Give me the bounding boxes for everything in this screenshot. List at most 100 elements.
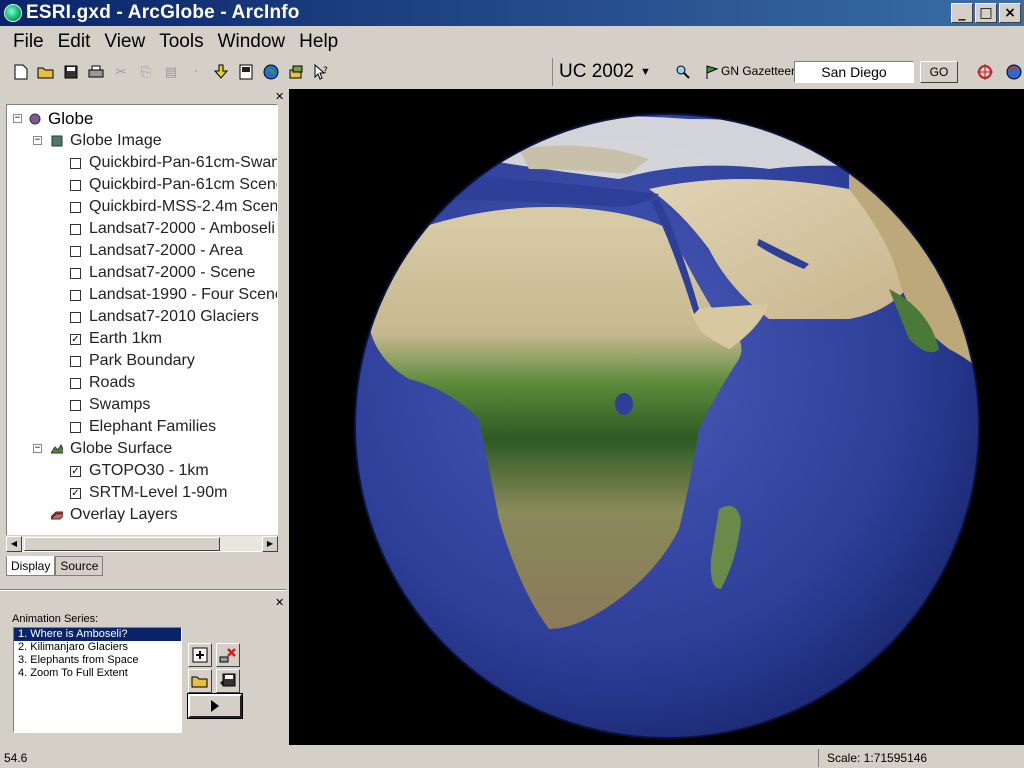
- globe-viewport[interactable]: [289, 89, 1024, 745]
- layer-checkbox[interactable]: [70, 377, 81, 389]
- toc-layer-label: Quickbird-Pan-61cm Scene: [89, 176, 278, 193]
- chevron-down-icon: ▼: [640, 66, 651, 78]
- toc-layer[interactable]: ✓ Earth 1km: [70, 328, 162, 350]
- menu-window[interactable]: Window: [211, 31, 293, 53]
- catalog-icon[interactable]: [285, 61, 307, 83]
- layer-checkbox[interactable]: [70, 179, 81, 191]
- layer-checkbox-checked[interactable]: ✓: [70, 333, 81, 345]
- toc-layer-label: Landsat7-2000 - Amboseli: [89, 220, 275, 237]
- tab-display[interactable]: Display: [6, 556, 56, 576]
- new-document-icon[interactable]: [10, 61, 32, 83]
- toc-group-overlay-layers[interactable]: Overlay Layers: [51, 504, 178, 526]
- layer-checkbox[interactable]: [70, 157, 81, 169]
- cut-icon[interactable]: ✂: [110, 61, 132, 83]
- toc-layer[interactable]: Quickbird-Pan-61cm-Swamp: [70, 152, 278, 174]
- toc-close-icon[interactable]: ✕: [275, 90, 284, 103]
- toc-layer[interactable]: ✓ SRTM-Level 1-90m: [70, 482, 227, 504]
- layer-checkbox[interactable]: [70, 421, 81, 433]
- gazetteer-input[interactable]: [794, 61, 914, 83]
- toc-group-label: Globe Image: [70, 132, 162, 149]
- scene-dropdown-value: UC 2002: [559, 61, 634, 82]
- status-coordinate: 54.6: [4, 751, 28, 765]
- collapse-globe-surface-icon[interactable]: −: [33, 444, 42, 453]
- menu-view[interactable]: View: [97, 31, 152, 53]
- scroll-left-icon[interactable]: ◀: [6, 535, 22, 552]
- arcglobe-app-icon[interactable]: [4, 4, 22, 22]
- maximize-button[interactable]: □: [975, 3, 997, 23]
- layer-checkbox[interactable]: [70, 355, 81, 367]
- toc-layer[interactable]: Elephant Families: [70, 416, 216, 438]
- toc-layer-label: Landsat7-2000 - Area: [89, 242, 243, 259]
- toc-root-globe[interactable]: Globe: [29, 108, 93, 130]
- minimize-button[interactable]: _: [951, 3, 973, 23]
- scroll-right-icon[interactable]: ▶: [262, 535, 278, 552]
- collapse-globe-image-icon[interactable]: −: [33, 136, 42, 145]
- globe-layer-icon: [29, 113, 41, 125]
- paste-icon[interactable]: ▤: [160, 61, 182, 83]
- open-folder-icon[interactable]: [35, 61, 57, 83]
- toc-layer[interactable]: Landsat7-2000 - Amboseli: [70, 218, 275, 240]
- menu-file[interactable]: File: [6, 31, 51, 53]
- print-icon[interactable]: [85, 61, 107, 83]
- layer-checkbox[interactable]: [70, 289, 81, 301]
- window-controls: _ □ ×: [951, 3, 1021, 23]
- menu-tools[interactable]: Tools: [152, 31, 210, 53]
- collapse-root-icon[interactable]: −: [13, 114, 22, 123]
- delete-animation-button[interactable]: [216, 643, 240, 667]
- delete-icon[interactable]: ·: [185, 61, 207, 83]
- navigate-globe-icon[interactable]: [1003, 61, 1024, 83]
- toc-layer[interactable]: ✓ GTOPO30 - 1km: [70, 460, 209, 482]
- layer-checkbox[interactable]: [70, 223, 81, 235]
- list-item[interactable]: 1. Where is Amboseli?: [14, 628, 181, 641]
- toc-layer[interactable]: Quickbird-Pan-61cm Scene: [70, 174, 278, 196]
- layer-checkbox[interactable]: [70, 399, 81, 411]
- save-icon: [220, 673, 236, 687]
- title-bar[interactable]: ESRI.gxd - ArcGlobe - ArcInfo _ □ ×: [0, 0, 1024, 26]
- open-animation-button[interactable]: [188, 669, 212, 693]
- close-button[interactable]: ×: [999, 3, 1021, 23]
- globe-tool-icon[interactable]: [260, 61, 282, 83]
- toc-group-globe-image[interactable]: Globe Image: [51, 130, 162, 152]
- list-item[interactable]: 2. Kilimanjaro Glaciers: [14, 641, 181, 654]
- layer-checkbox[interactable]: [70, 245, 81, 257]
- layer-checkbox-checked[interactable]: ✓: [70, 487, 81, 499]
- toc-layer[interactable]: Swamps: [70, 394, 150, 416]
- menu-help[interactable]: Help: [292, 31, 345, 53]
- toc-horizontal-scrollbar[interactable]: ◀ ▶: [6, 535, 278, 552]
- layer-checkbox[interactable]: [70, 267, 81, 279]
- toc-layer[interactable]: Landsat7-2010 Glaciers: [70, 306, 259, 328]
- find-place-icon[interactable]: [672, 61, 694, 83]
- list-item[interactable]: 3. Elephants from Space: [14, 654, 181, 667]
- globe-view-image: [354, 113, 980, 739]
- layout-view-icon[interactable]: [235, 61, 257, 83]
- toc-layer[interactable]: Landsat7-2000 - Scene: [70, 262, 255, 284]
- layer-checkbox-checked[interactable]: ✓: [70, 465, 81, 477]
- list-item[interactable]: 4. Zoom To Full Extent: [14, 667, 181, 680]
- new-animation-button[interactable]: [188, 643, 212, 667]
- toc-group-globe-surface[interactable]: Globe Surface: [51, 438, 172, 460]
- toc-layer[interactable]: Landsat-1990 - Four Scenes: [70, 284, 277, 306]
- toc-layer[interactable]: Quickbird-MSS-2.4m Scene: [70, 196, 277, 218]
- save-icon[interactable]: [60, 61, 82, 83]
- target-icon[interactable]: [974, 61, 996, 83]
- layer-checkbox[interactable]: [70, 201, 81, 213]
- whats-this-help-icon[interactable]: ?: [310, 61, 332, 83]
- panel-divider[interactable]: [0, 589, 286, 591]
- save-animation-button[interactable]: [216, 669, 240, 693]
- toc-layer[interactable]: Landsat7-2000 - Area: [70, 240, 243, 262]
- gazetteer-flag-icon[interactable]: [701, 61, 723, 83]
- scroll-thumb[interactable]: [24, 536, 220, 551]
- toc-layer[interactable]: Park Boundary: [70, 350, 195, 372]
- animation-close-icon[interactable]: ✕: [275, 596, 284, 609]
- add-data-icon[interactable]: [210, 61, 232, 83]
- scene-dropdown[interactable]: UC 2002 ▼: [552, 58, 651, 86]
- layer-checkbox[interactable]: [70, 311, 81, 323]
- tab-source[interactable]: Source: [55, 556, 104, 576]
- play-animation-button[interactable]: [187, 693, 243, 719]
- toc-layer[interactable]: Roads: [70, 372, 135, 394]
- copy-icon[interactable]: ⎘: [135, 61, 157, 83]
- go-button[interactable]: GO: [920, 61, 958, 83]
- toc-layer-label: Quickbird-Pan-61cm-Swamp: [89, 154, 278, 171]
- menu-edit[interactable]: Edit: [51, 31, 98, 53]
- toc-layer-label: Swamps: [89, 396, 151, 413]
